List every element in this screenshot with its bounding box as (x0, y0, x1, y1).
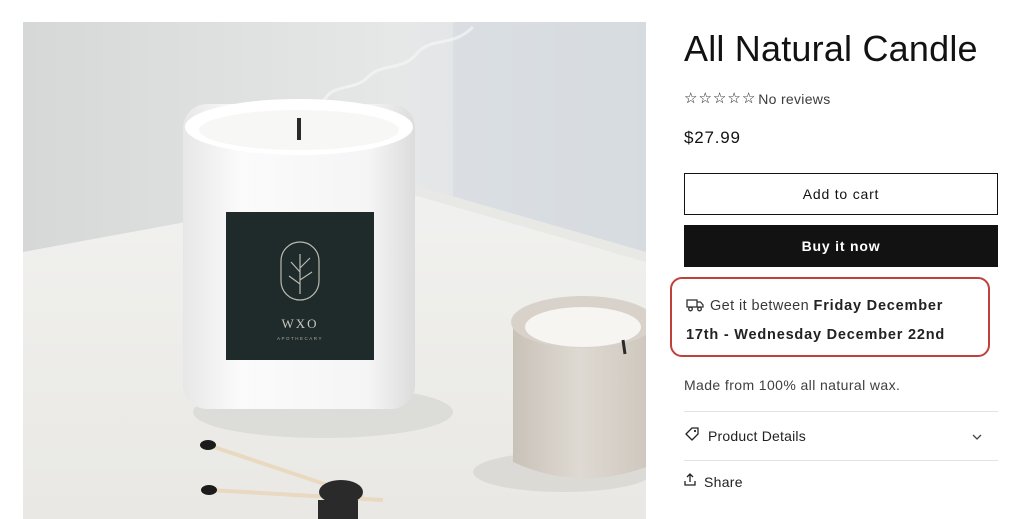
share-button[interactable]: Share (684, 473, 764, 491)
product-description: Made from 100% all natural wax. (684, 377, 901, 393)
tag-icon (684, 426, 700, 447)
product-title: All Natural Candle (684, 28, 978, 69)
star-outline-icon: ☆ (712, 90, 727, 107)
candle-label-text: WXO (281, 316, 318, 331)
rating: ☆ ☆ ☆ ☆ ☆ No reviews (684, 90, 1000, 108)
chevron-down-icon (972, 427, 982, 445)
product-details-label: Product Details (708, 428, 806, 444)
add-to-cart-button[interactable]: Add to cart (684, 173, 998, 215)
star-rating: ☆ ☆ ☆ ☆ ☆ (684, 91, 755, 107)
share-icon (684, 473, 696, 491)
share-label: Share (704, 474, 743, 490)
star-outline-icon: ☆ (741, 90, 756, 107)
reviews-count: No reviews (758, 91, 831, 107)
delivery-prefix: Get it between (710, 298, 814, 314)
star-outline-icon: ☆ (698, 90, 712, 107)
product-image[interactable]: WXO APOTHECARY (23, 22, 646, 519)
star-outline-icon: ☆ (684, 90, 698, 107)
product-details-accordion[interactable]: Product Details (684, 412, 998, 460)
star-outline-icon: ☆ (727, 90, 741, 107)
delivery-estimate: Get it between Friday December 17th - We… (670, 277, 990, 357)
candle-photo: WXO APOTHECARY (23, 22, 646, 519)
truck-icon (686, 295, 704, 322)
buy-now-button[interactable]: Buy it now (684, 225, 998, 267)
product-price: $27.99 (684, 128, 741, 147)
candle-label-subtext: APOTHECARY (277, 336, 323, 341)
product-info: All Natural Candle ☆ ☆ ☆ ☆ ☆ No reviews … (670, 22, 1000, 491)
divider (684, 460, 998, 461)
